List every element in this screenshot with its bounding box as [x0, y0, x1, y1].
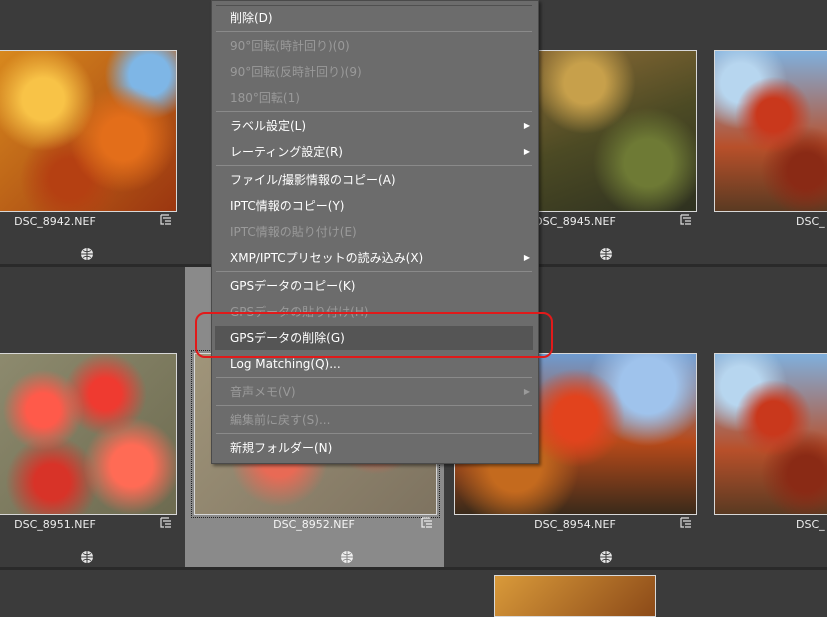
- thumbnail-cell[interactable]: DSC_: [700, 267, 827, 567]
- submenu-arrow-icon: ▶: [523, 121, 530, 130]
- thumbnail-image[interactable]: [536, 50, 697, 212]
- context-menu: 削除(D) 90°回転(時計回り)(0) 90°回転(反時計回り)(9) 180…: [211, 0, 539, 464]
- globe-icon: [81, 248, 93, 260]
- menu-item-label-settings[interactable]: ラベル設定(L) ▶: [212, 114, 536, 138]
- menu-separator: [216, 165, 532, 166]
- submenu-arrow-icon: ▶: [523, 387, 530, 396]
- menu-item-rating-settings[interactable]: レーティング設定(R) ▶: [212, 140, 536, 164]
- thumbnail-image[interactable]: [714, 50, 827, 212]
- thumbnail-filename: DSC_8954.NEF: [534, 518, 616, 531]
- menu-item-load-xmp-iptc-preset[interactable]: XMP/IPTCプリセットの読み込み(X) ▶: [212, 246, 536, 270]
- thumbnail-image[interactable]: [494, 575, 656, 617]
- menu-item-copy-gps[interactable]: GPSデータのコピー(K): [212, 274, 536, 298]
- globe-icon: [81, 551, 93, 563]
- submenu-arrow-icon: ▶: [523, 147, 530, 156]
- menu-item-copy-file-info[interactable]: ファイル/撮影情報のコピー(A): [212, 168, 536, 192]
- meta-info-icon[interactable]: [680, 517, 694, 530]
- menu-item-delete[interactable]: 削除(D): [212, 6, 536, 30]
- menu-item-rotate-cw[interactable]: 90°回転(時計回り)(0): [212, 34, 536, 58]
- row-divider: [0, 567, 827, 570]
- menu-separator: [216, 377, 532, 378]
- thumbnail-image[interactable]: [714, 353, 827, 515]
- thumbnail-cell[interactable]: DSC_: [700, 0, 827, 300]
- submenu-arrow-icon: ▶: [523, 253, 530, 262]
- meta-info-icon[interactable]: [680, 214, 694, 227]
- annotation-highlight-ring: [195, 312, 553, 358]
- thumbnail-filename: DSC_8942.NEF: [14, 215, 96, 228]
- meta-info-icon[interactable]: [421, 517, 435, 530]
- thumbnail-filename: DSC_8951.NEF: [14, 518, 96, 531]
- menu-item-voice-memo[interactable]: 音声メモ(V) ▶: [212, 380, 536, 404]
- menu-item-copy-iptc[interactable]: IPTC情報のコピー(Y): [212, 194, 536, 218]
- thumbnail-filename: DSC_: [796, 215, 825, 228]
- menu-item-rotate-ccw[interactable]: 90°回転(反時計回り)(9): [212, 60, 536, 84]
- meta-info-icon[interactable]: [160, 517, 174, 530]
- menu-separator: [216, 271, 532, 272]
- thumbnail-image[interactable]: [0, 353, 177, 515]
- menu-separator: [216, 31, 532, 32]
- meta-info-icon[interactable]: [160, 214, 174, 227]
- menu-separator: [216, 405, 532, 406]
- menu-item-rotate-180[interactable]: 180°回転(1): [212, 86, 536, 110]
- menu-item-new-folder[interactable]: 新規フォルダー(N): [212, 436, 536, 460]
- globe-icon: [600, 248, 612, 260]
- menu-separator: [216, 433, 532, 434]
- thumbnail-filename: DSC_8952.NEF: [273, 518, 355, 531]
- thumbnail-filename: DSC_: [796, 518, 825, 531]
- thumbnail-image[interactable]: [0, 50, 177, 212]
- menu-separator: [216, 111, 532, 112]
- globe-icon: [341, 551, 353, 563]
- globe-icon: [600, 551, 612, 563]
- menu-item-paste-iptc[interactable]: IPTC情報の貼り付け(E): [212, 220, 536, 244]
- menu-item-revert-to-original[interactable]: 編集前に戻す(S)...: [212, 408, 536, 432]
